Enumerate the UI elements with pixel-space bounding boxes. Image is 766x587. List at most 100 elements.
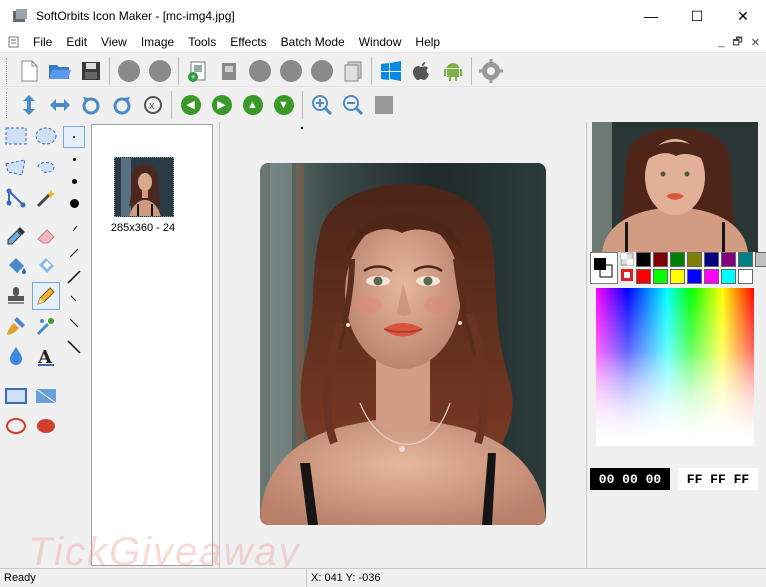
menu-file[interactable]: File — [26, 32, 59, 52]
toolbar-grip[interactable] — [6, 91, 9, 118]
forward-icon[interactable]: ▶ — [206, 90, 237, 120]
retouch-icon[interactable] — [32, 312, 60, 340]
menu-image[interactable]: Image — [134, 32, 181, 52]
brush-angle-4[interactable] — [63, 288, 85, 310]
rectangle-outline-icon[interactable] — [2, 382, 30, 410]
window-title: SoftOrbits Icon Maker - [mc-img4.jpg] — [36, 9, 235, 23]
windows-icon[interactable] — [375, 56, 406, 86]
flip-horizontal-icon[interactable] — [44, 90, 75, 120]
swap-colors-icon[interactable] — [620, 252, 634, 284]
svg-text:+: + — [190, 72, 195, 82]
menu-batch-mode[interactable]: Batch Mode — [274, 32, 352, 52]
magic-wand-icon[interactable] — [32, 184, 60, 212]
ellipse-filled-icon[interactable] — [32, 412, 60, 440]
foreground-background-selector[interactable] — [590, 252, 618, 284]
thumbnail-label: 285x360 - 24 — [110, 222, 176, 234]
zoom-in-icon[interactable] — [306, 90, 337, 120]
color-swatch[interactable] — [738, 269, 753, 284]
color-swatch[interactable] — [687, 252, 702, 267]
mdi-minimize-button[interactable]: _ — [718, 36, 724, 48]
foreground-hex-value[interactable]: 00 00 00 — [590, 468, 670, 490]
minimize-button[interactable]: — — [628, 0, 674, 32]
color-swatch[interactable] — [653, 252, 668, 267]
brush-size-4[interactable] — [63, 192, 85, 214]
flip-vertical-icon[interactable] — [13, 90, 44, 120]
close-button[interactable]: ✕ — [720, 0, 766, 32]
fit-icon[interactable] — [368, 90, 399, 120]
copy-pages-icon[interactable] — [337, 56, 368, 86]
portrait-image[interactable] — [260, 163, 546, 525]
maximize-button[interactable]: ☐ — [674, 0, 720, 32]
status-ready: Ready — [4, 572, 36, 584]
brush-size-2[interactable] — [63, 148, 85, 170]
open-folder-icon[interactable] — [44, 56, 75, 86]
apple-icon[interactable] — [406, 56, 437, 86]
brush-angle-2[interactable] — [63, 242, 85, 264]
rotate-left-icon[interactable] — [75, 90, 106, 120]
color-swatch[interactable] — [636, 269, 651, 284]
brush-size-3[interactable] — [63, 170, 85, 192]
new-document-icon[interactable] — [13, 56, 44, 86]
eraser-icon[interactable] — [32, 222, 60, 250]
water-drop-icon[interactable] — [2, 342, 30, 370]
menu-window[interactable]: Window — [352, 32, 409, 52]
zoom-out-icon[interactable] — [337, 90, 368, 120]
mdi-close-button[interactable]: ✕ — [751, 36, 760, 49]
menu-edit[interactable]: Edit — [59, 32, 94, 52]
color-swatch[interactable] — [738, 252, 753, 267]
brush-angle-3[interactable] — [63, 266, 85, 288]
mdi-restore-button[interactable]: 🗗 — [732, 33, 742, 52]
color-picker-gradient[interactable] — [596, 288, 754, 446]
crop-image-icon[interactable] — [213, 56, 244, 86]
cursor-coordinates: X: 041 Y: -036 — [306, 569, 381, 587]
brush-icon[interactable] — [2, 312, 30, 340]
text-tool-icon[interactable]: A — [32, 342, 60, 370]
back-icon[interactable]: ◀ — [175, 90, 206, 120]
menu-help[interactable]: Help — [408, 32, 447, 52]
up-icon[interactable]: ▲ — [237, 90, 268, 120]
color-swatch[interactable] — [704, 252, 719, 267]
polygon-select-icon[interactable] — [2, 154, 30, 182]
lasso-select-icon[interactable] — [32, 154, 60, 182]
disabled-tool-icon — [144, 56, 175, 86]
pencil-icon[interactable] — [32, 282, 60, 310]
color-swatch[interactable] — [653, 269, 668, 284]
color-swatch[interactable] — [721, 252, 736, 267]
gradient-fill-icon[interactable] — [32, 252, 60, 280]
main-toolbar: + — [0, 52, 766, 88]
brush-angle-1[interactable] — [63, 218, 85, 240]
ellipse-outline-icon[interactable] — [2, 412, 30, 440]
save-icon[interactable] — [75, 56, 106, 86]
eyedropper-icon[interactable] — [2, 222, 30, 250]
add-image-icon[interactable]: + — [182, 56, 213, 86]
color-swatch[interactable] — [670, 269, 685, 284]
menu-effects[interactable]: Effects — [223, 32, 273, 52]
image-thumbnail[interactable] — [114, 157, 174, 217]
menu-view[interactable]: View — [94, 32, 134, 52]
menu-tools[interactable]: Tools — [181, 32, 223, 52]
background-hex-value[interactable]: FF FF FF — [678, 468, 758, 490]
ellipse-select-icon[interactable] — [32, 122, 60, 150]
color-swatch[interactable] — [721, 269, 736, 284]
color-swatch[interactable] — [636, 252, 651, 267]
brush-angle-5[interactable] — [63, 312, 85, 334]
rotate-right-icon[interactable] — [106, 90, 137, 120]
android-icon[interactable] — [437, 56, 468, 86]
color-swatch[interactable] — [670, 252, 685, 267]
canvas-area[interactable] — [219, 122, 587, 568]
rectangle-filled-icon[interactable] — [32, 382, 60, 410]
settings-gear-icon[interactable] — [475, 56, 506, 86]
disabled-tool-icon — [275, 56, 306, 86]
brush-size-1[interactable] — [63, 126, 85, 148]
color-swatch[interactable] — [687, 269, 702, 284]
color-swatch[interactable] — [755, 252, 766, 267]
stamp-icon[interactable] — [2, 282, 30, 310]
fill-bucket-icon[interactable] — [2, 252, 30, 280]
down-icon[interactable]: ▼ — [268, 90, 299, 120]
rotate-custom-icon[interactable]: x — [137, 90, 168, 120]
node-select-icon[interactable] — [2, 184, 30, 212]
rect-select-icon[interactable] — [2, 122, 30, 150]
color-swatch[interactable] — [704, 269, 719, 284]
toolbar-grip[interactable] — [6, 57, 9, 84]
brush-angle-6[interactable] — [63, 336, 85, 358]
